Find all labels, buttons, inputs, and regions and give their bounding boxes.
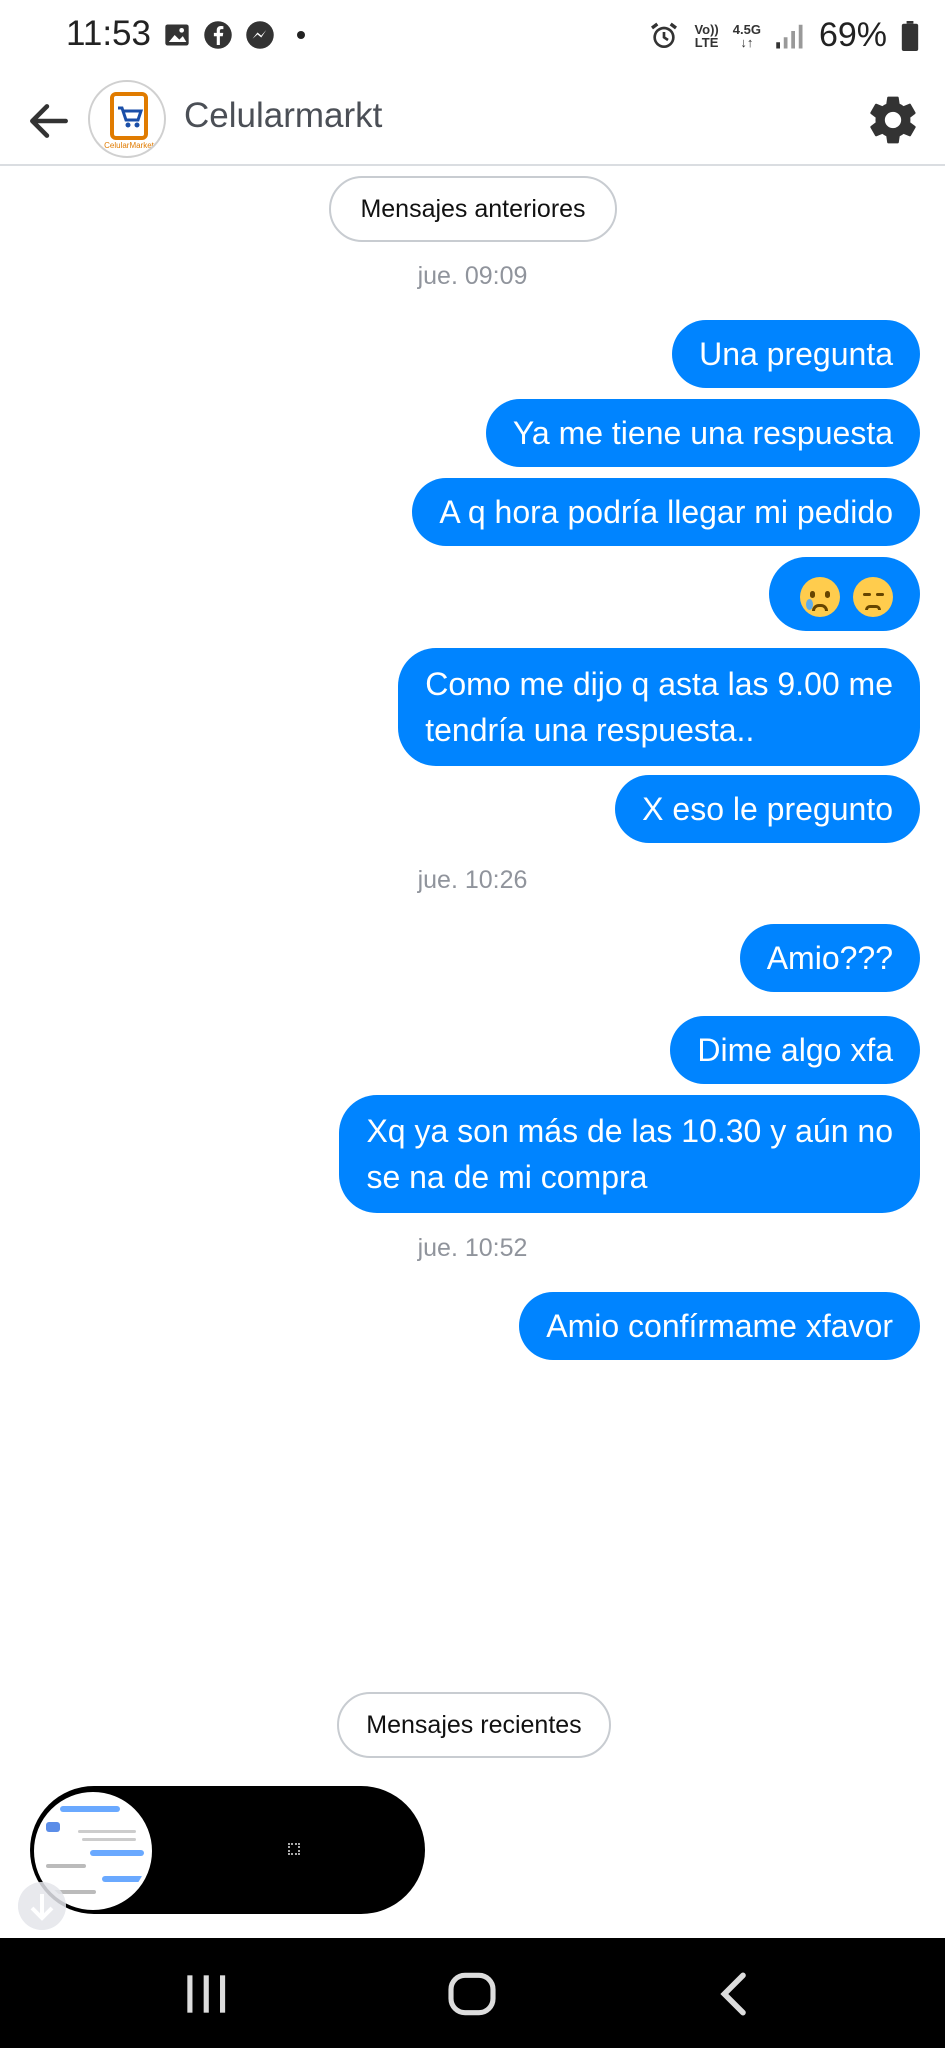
status-time: 11:53: [66, 14, 151, 53]
status-bar: 11:53 Vo)) LTE 4.5G ↓↑ 69%: [0, 0, 945, 74]
message-row: Una pregunta: [672, 320, 920, 388]
message-row: Dime algo xfa: [670, 1016, 920, 1084]
older-messages-button[interactable]: Mensajes anteriores: [329, 176, 617, 242]
battery-percent: 69%: [818, 16, 887, 54]
message-row: X eso le pregunto: [615, 775, 920, 843]
battery-icon: [901, 20, 919, 51]
recent-apps-icon[interactable]: [178, 1966, 234, 2022]
crying-face-icon: [800, 576, 841, 617]
system-icons: Vo)) LTE 4.5G ↓↑ 69%: [648, 16, 919, 55]
timestamp-separator: jue. 09:09: [417, 262, 528, 290]
message-bubble[interactable]: Xq ya son más de las 10.30 y aún no se n…: [339, 1095, 920, 1213]
message-bubble[interactable]: Amio confírmame xfavor: [519, 1292, 920, 1360]
message-row: Como me dijo q asta las 9.00 me tendría …: [398, 648, 920, 766]
messenger-icon: [246, 21, 274, 49]
gear-icon[interactable]: [865, 92, 921, 148]
alarm-icon: [651, 22, 678, 48]
overlay-focus-icon[interactable]: [288, 1843, 300, 1855]
message-row: A q hora podría llegar mi pedido: [412, 478, 920, 546]
network-type-icon: 4.5G ↓↑: [732, 21, 761, 50]
page-title[interactable]: Celularmarkt: [184, 96, 382, 136]
message-bubble[interactable]: A q hora podría llegar mi pedido: [412, 478, 920, 546]
message-bubble[interactable]: Como me dijo q asta las 9.00 me tendría …: [398, 648, 920, 766]
scroll-down-icon[interactable]: [18, 1882, 66, 1930]
conversation-header: CelularMarket Celularmarkt: [0, 74, 945, 166]
message-row: Amio confírmame xfavor: [519, 1292, 920, 1360]
back-arrow-icon[interactable]: [24, 96, 74, 146]
message-bubble[interactable]: [769, 557, 920, 631]
gallery-icon: [165, 24, 189, 46]
page-avatar[interactable]: CelularMarket: [88, 80, 166, 158]
signal-icon: [776, 24, 803, 48]
facebook-icon: [204, 21, 232, 49]
volte-icon: Vo)) LTE: [694, 21, 719, 50]
timestamp-separator: jue. 10:26: [417, 866, 528, 894]
message-row: Xq ya son más de las 10.30 y aún no se n…: [339, 1095, 920, 1213]
message-row: Amio???: [739, 924, 920, 992]
recent-messages-button[interactable]: Mensajes recientes: [337, 1692, 611, 1758]
message-bubble[interactable]: Una pregunta: [672, 320, 920, 388]
celularmarket-logo-icon: CelularMarket: [104, 92, 155, 150]
message-row: Ya me tiene una respuesta: [485, 399, 920, 467]
message-row: [769, 557, 920, 631]
message-thread[interactable]: Mensajes anteriores jue. 09:09 Una pregu…: [0, 168, 945, 1938]
message-bubble[interactable]: X eso le pregunto: [615, 775, 920, 843]
pensive-face-icon: [853, 576, 893, 617]
svg-text:CelularMarket: CelularMarket: [104, 141, 155, 150]
home-icon[interactable]: [444, 1966, 500, 2022]
message-bubble[interactable]: Amio???: [739, 924, 920, 992]
system-navigation-bar: [0, 1938, 945, 2048]
notification-icons: [163, 20, 305, 50]
timestamp-separator: jue. 10:52: [417, 1234, 528, 1262]
more-notifications-dot: [297, 31, 305, 39]
message-bubble[interactable]: Ya me tiene una respuesta: [485, 399, 920, 467]
message-bubble[interactable]: Dime algo xfa: [670, 1016, 920, 1084]
back-nav-icon[interactable]: [708, 1966, 764, 2022]
